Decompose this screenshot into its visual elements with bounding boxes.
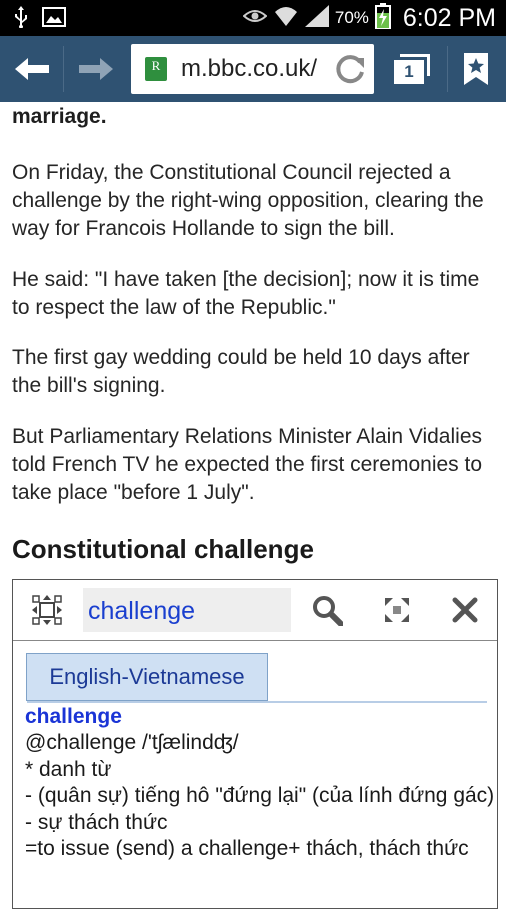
site-favicon: R [145, 57, 167, 81]
entry-line: - (quân sự) tiếng hô "đứng lại" (của lín… [25, 784, 495, 807]
reload-icon [336, 55, 364, 84]
address-bar[interactable]: R m.bbc.co.uk/ [131, 44, 374, 94]
tab-english-vietnamese[interactable]: English-Vietnamese [26, 653, 268, 701]
tabs-icon: 1 [394, 54, 432, 84]
search-button[interactable] [305, 580, 349, 640]
entry-line: @challenge /'tʃælindʤ/ [25, 731, 239, 754]
bookmark-button[interactable] [456, 36, 496, 102]
close-icon [452, 597, 478, 623]
back-button[interactable] [10, 36, 54, 102]
article-fragment: marriage. [12, 105, 107, 128]
wifi-icon [273, 5, 299, 32]
search-value: challenge [88, 597, 196, 625]
browser-toolbar: R m.bbc.co.uk/ 1 [0, 36, 506, 102]
bookmark-star-icon [464, 53, 488, 85]
forward-button[interactable] [74, 36, 118, 102]
tab-count: 1 [394, 60, 424, 84]
expand-icon [385, 598, 409, 622]
usb-icon [14, 6, 28, 33]
url-text: m.bbc.co.uk/ [181, 55, 318, 82]
article-paragraph: But Parliamentary Relations Minister Ala… [12, 425, 483, 504]
entry-line: * danh từ [25, 757, 112, 781]
eye-icon [242, 8, 268, 29]
arrow-right-icon [79, 58, 113, 80]
article-paragraph: The first gay wedding could be held 10 d… [12, 346, 470, 397]
status-bar: 70% 6:02 PM [0, 0, 506, 36]
dictionary-entry: challenge @challenge /'tʃælindʤ/ * danh … [25, 704, 495, 863]
battery-icon [374, 2, 391, 34]
search-icon [313, 596, 343, 626]
close-button[interactable] [443, 580, 487, 640]
entry-headword: challenge [25, 705, 122, 728]
battery-percent: 70% [334, 8, 369, 27]
entry-line: - sự thách thức [25, 810, 168, 834]
gallery-icon [42, 7, 66, 32]
reload-button[interactable] [334, 54, 366, 91]
tabs-button[interactable]: 1 [390, 36, 436, 102]
clock: 6:02 PM [402, 3, 496, 32]
section-heading: Constitutional challenge [12, 534, 314, 564]
signal-icon [304, 4, 329, 32]
dictionary-search-input[interactable]: challenge [83, 588, 291, 632]
dictionary-popup: challenge English-Vietnamese challenge @… [12, 579, 498, 909]
expand-button[interactable] [375, 580, 419, 640]
popup-header: challenge [13, 580, 497, 641]
move-arrows-icon [32, 595, 62, 625]
article-paragraph: On Friday, the Constitutional Council re… [12, 161, 484, 240]
tab-underline [27, 701, 487, 703]
move-button[interactable] [27, 580, 67, 640]
article-paragraph: He said: "I have taken [the decision]; n… [12, 268, 480, 319]
entry-line: =to issue (send) a challenge+ thách, thá… [25, 837, 469, 860]
arrow-left-icon [15, 58, 49, 80]
